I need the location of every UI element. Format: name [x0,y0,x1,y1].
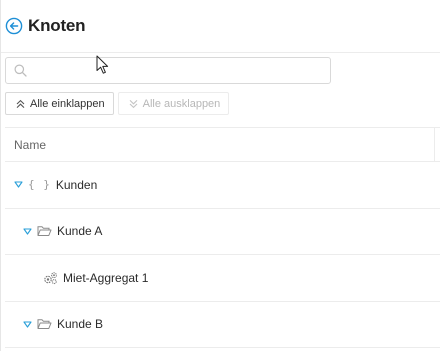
node-tree-table: Name { } Kunden Kunde A Miet-Aggregat 1 … [5,127,440,348]
table-header: Name [5,127,440,162]
collapse-all-button[interactable]: Alle einklappen [5,92,114,115]
tree-row-label: Miet-Aggregat 1 [63,270,149,285]
caret-down-icon[interactable] [23,321,32,328]
tree-row[interactable]: { } Kunden [5,162,440,209]
folder-open-icon [37,319,52,330]
column-divider [434,128,435,161]
double-chevron-down-icon [129,99,138,108]
gears-icon [44,272,57,284]
tree-row-label: Kunden [55,177,98,192]
page-title: Knoten [28,16,86,35]
back-arrow-icon[interactable] [5,17,23,35]
mouse-cursor-icon [96,55,109,74]
tree-row[interactable]: Kunde A [5,209,440,255]
expand-all-button[interactable]: Alle ausklappen [117,92,230,115]
tree-row[interactable]: Kunde B [5,302,440,348]
search-input[interactable] [33,58,330,83]
tree-row-label: Kunde A [57,224,103,239]
tree-row-label: Kunde B [57,317,104,332]
search-box[interactable] [5,57,331,84]
braces-icon: { } [28,178,51,192]
folder-open-icon [37,226,52,237]
column-header-name[interactable]: Name [14,138,46,152]
collapse-all-label: Alle einklappen [30,97,105,110]
header-divider [1,52,440,53]
page-header: Knoten [5,14,86,38]
double-chevron-up-icon [16,99,25,108]
caret-down-icon[interactable] [23,228,32,235]
nodes-panel: Knoten Alle einklappen Alle ausklappen N… [0,0,440,351]
tree-toolbar: Alle einklappen Alle ausklappen [5,92,233,115]
tree-row[interactable]: Miet-Aggregat 1 [5,255,440,302]
search-icon [14,64,27,77]
expand-all-label: Alle ausklappen [142,97,221,110]
caret-down-icon[interactable] [14,181,23,188]
